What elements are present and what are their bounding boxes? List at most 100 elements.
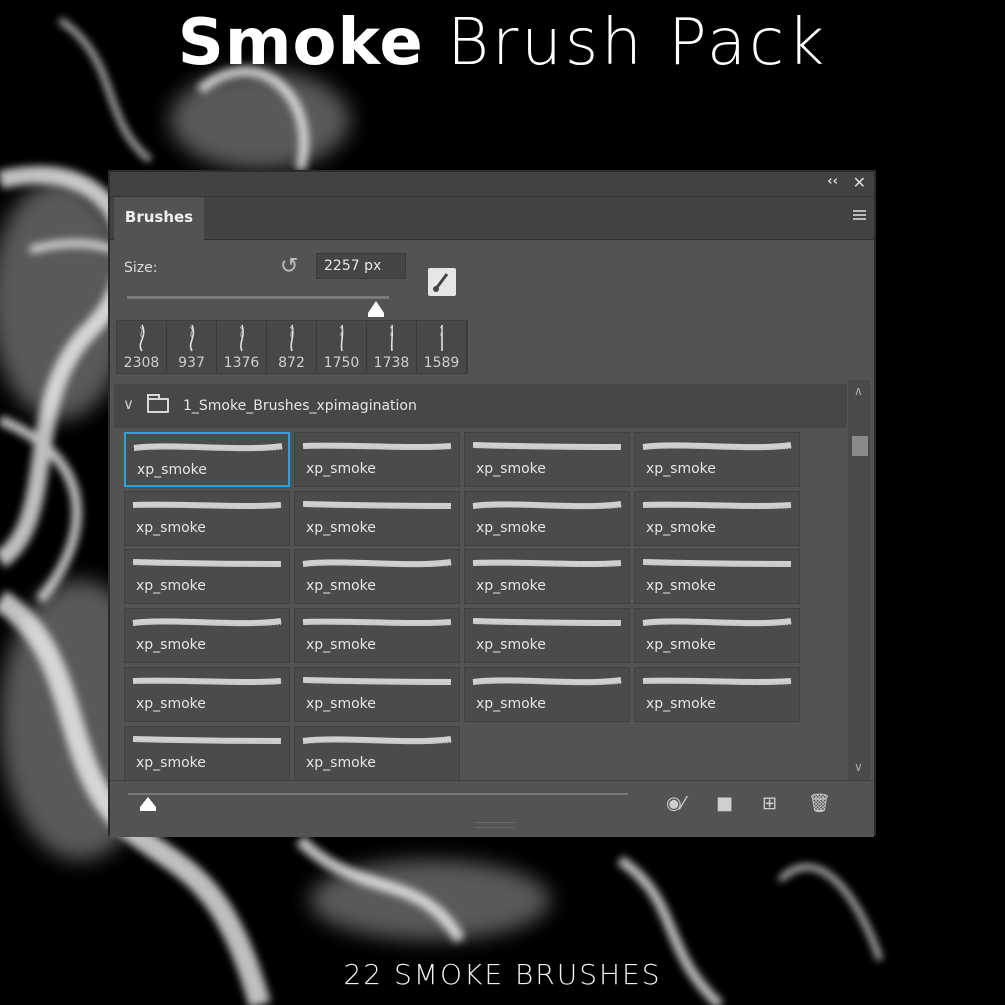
poster-title: Smoke Brush Pack: [177, 6, 828, 80]
brush-group-name: 1_Smoke_Brushes_xpimagination: [183, 398, 417, 414]
brush-tip-icon: [239, 324, 244, 352]
brush-stroke-preview: [132, 559, 282, 568]
brush-preset[interactable]: xp_smoke: [124, 666, 290, 722]
brush-stroke-preview: [642, 559, 792, 568]
brush-tip-icon: [389, 324, 394, 352]
brush-preset[interactable]: xp_smoke: [124, 432, 290, 487]
brush-preset[interactable]: xp_smoke: [124, 608, 290, 664]
recent-brush[interactable]: 1376: [217, 321, 267, 373]
vertical-scrollbar[interactable]: ∧ ∨: [848, 380, 870, 780]
brush-stroke-preview: [302, 500, 452, 509]
recent-brush-size: 2308: [123, 355, 160, 371]
brush-preset[interactable]: xp_smoke: [634, 432, 800, 487]
brush-preset[interactable]: xp_smoke: [294, 490, 460, 546]
new-group-folder-icon[interactable]: ■: [716, 793, 733, 814]
brush-preset-name: xp_smoke: [137, 462, 207, 478]
brush-preset[interactable]: xp_smoke: [634, 490, 800, 546]
recent-brush[interactable]: 1738: [367, 321, 417, 373]
brush-preset[interactable]: xp_smoke: [464, 549, 630, 605]
thumbnail-size-slider[interactable]: [128, 793, 628, 795]
tab-brushes[interactable]: Brushes: [114, 197, 204, 240]
brush-preset[interactable]: xp_smoke: [294, 666, 460, 722]
trash-icon[interactable]: 🗑: [808, 793, 831, 814]
size-label: Size:: [124, 260, 158, 276]
collapse-panel-icon[interactable]: ‹‹: [827, 174, 838, 189]
brush-preset[interactable]: xp_smoke: [464, 666, 630, 722]
brush-preset[interactable]: xp_smoke: [634, 549, 800, 605]
brush-preset-name: xp_smoke: [136, 637, 206, 654]
brush-preset-name: xp_smoke: [306, 578, 376, 595]
brush-list: ∨ 1_Smoke_Brushes_xpimagination xp_smoke…: [114, 380, 847, 781]
size-input[interactable]: 2257 px: [316, 253, 406, 279]
reset-size-icon[interactable]: ↺: [280, 254, 298, 279]
brush-preset-name: xp_smoke: [136, 695, 206, 712]
brush-preset[interactable]: xp_smoke: [464, 608, 630, 664]
scrollbar-thumb[interactable]: [852, 436, 868, 456]
brush-preset-name: xp_smoke: [646, 578, 716, 595]
thumbnail-size-thumb[interactable]: [140, 797, 156, 811]
brush-stroke-preview: [642, 442, 792, 451]
brush-preset[interactable]: xp_smoke: [634, 666, 800, 722]
visibility-brush-icon[interactable]: ◉⁄: [666, 793, 685, 814]
brush-angle-button[interactable]: [428, 268, 456, 296]
brush-preset-name: xp_smoke: [476, 578, 546, 595]
brush-stroke-preview: [132, 618, 282, 627]
brush-stroke-preview: [132, 677, 282, 685]
brush-preset-name: xp_smoke: [136, 578, 206, 595]
brush-preset[interactable]: xp_smoke: [294, 725, 460, 781]
brush-stroke-preview: [472, 442, 622, 450]
new-brush-icon[interactable]: ⊞: [762, 793, 777, 814]
brush-preset[interactable]: xp_smoke: [124, 725, 290, 781]
close-icon[interactable]: ✕: [853, 173, 866, 192]
brush-tip-icon: [289, 324, 294, 352]
size-slider-thumb[interactable]: [368, 301, 384, 317]
brush-preset-name: xp_smoke: [646, 637, 716, 654]
recent-brush[interactable]: 2308: [117, 321, 167, 373]
brush-preset-name: xp_smoke: [476, 519, 546, 536]
brush-preset[interactable]: xp_smoke: [294, 608, 460, 664]
recent-brushes: 2308 937 1376 872 1750 1738 1589: [116, 320, 468, 374]
brush-preset-name: xp_smoke: [476, 695, 546, 712]
resize-grip[interactable]: [475, 822, 515, 828]
brush-tip-icon: [439, 325, 443, 352]
recent-brush-size: 1376: [223, 355, 260, 371]
brush-preset-name: xp_smoke: [136, 519, 206, 536]
scroll-up-icon[interactable]: ∧: [854, 384, 863, 398]
panel-tab-row: Brushes: [110, 197, 874, 240]
brush-preset[interactable]: xp_smoke: [464, 432, 630, 487]
recent-brush[interactable]: 1750: [317, 321, 367, 373]
brush-stroke-preview: [132, 501, 282, 509]
brush-group-header[interactable]: ∨ 1_Smoke_Brushes_xpimagination: [114, 384, 847, 428]
recent-brush-size: 1750: [323, 355, 360, 371]
brush-tip-icon: [139, 324, 145, 352]
brushes-panel: ‹‹ ✕ Brushes Size: ↺ 2257 px 2308 937 1376…: [108, 170, 876, 837]
brush-stroke-preview: [472, 676, 622, 686]
brush-preset-name: xp_smoke: [646, 461, 716, 477]
brush-stroke-preview: [472, 559, 622, 568]
brush-preset[interactable]: xp_smoke: [124, 490, 290, 546]
recent-brush[interactable]: 1589: [417, 321, 467, 373]
chevron-down-icon[interactable]: ∨: [123, 395, 134, 413]
brush-preset-name: xp_smoke: [476, 461, 546, 477]
brush-preset-name: xp_smoke: [306, 519, 376, 536]
brush-preset[interactable]: xp_smoke: [124, 549, 290, 605]
brush-preset-name: xp_smoke: [306, 461, 376, 477]
recent-brush[interactable]: 937: [167, 321, 217, 373]
scroll-down-icon[interactable]: ∨: [854, 760, 863, 774]
brush-preset[interactable]: xp_smoke: [294, 432, 460, 487]
brush-preset[interactable]: xp_smoke: [634, 608, 800, 664]
brush-preset[interactable]: xp_smoke: [464, 490, 630, 546]
brush-stroke-preview: [132, 735, 282, 744]
brush-stroke-preview: [302, 559, 452, 568]
recent-brush-size: 1738: [373, 355, 410, 371]
brush-preset-name: xp_smoke: [646, 519, 716, 536]
brush-preset[interactable]: xp_smoke: [294, 549, 460, 605]
brush-preset-name: xp_smoke: [646, 695, 716, 712]
panel-menu-icon[interactable]: [853, 210, 866, 220]
recent-brush[interactable]: 872: [267, 321, 317, 373]
size-slider-track[interactable]: [127, 296, 389, 299]
brush-tip-icon: [189, 324, 195, 352]
folder-icon: [147, 394, 169, 413]
poster-caption: 22 SMOKE BRUSHES: [343, 958, 662, 991]
brush-stroke-preview: [472, 500, 622, 509]
